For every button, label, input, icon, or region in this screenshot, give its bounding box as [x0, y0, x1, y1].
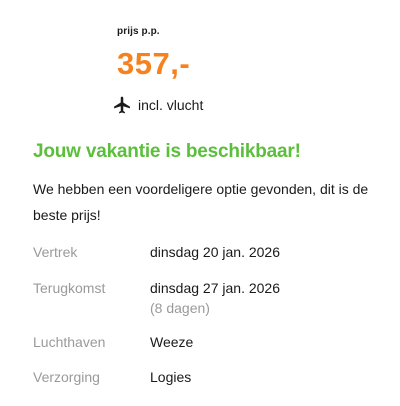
- airport-label: Luchthaven: [33, 334, 106, 350]
- departure-label: Vertrek: [33, 244, 78, 260]
- flight-label: incl. vlucht: [138, 97, 204, 113]
- availability-headline: Jouw vakantie is beschikbaar!: [33, 141, 301, 162]
- price-value: 357,-: [117, 46, 191, 81]
- airport-value: Weeze: [150, 334, 194, 350]
- availability-description: We hebben een voordeligere optie gevonde…: [33, 181, 369, 223]
- price-label: prijs p.p.: [117, 26, 160, 37]
- trip-duration: (8 dagen): [150, 300, 210, 316]
- return-value: dinsdag 27 jan. 2026: [150, 280, 280, 296]
- price-block: prijs p.p.: [117, 26, 160, 37]
- flight-included: incl. vlucht: [112, 95, 203, 115]
- airplane-icon: [112, 95, 132, 115]
- detail-row-return: Terugkomst dinsdag 27 jan. 2026 (8 dagen…: [33, 278, 378, 318]
- board-label: Verzorging: [33, 369, 100, 385]
- return-label: Terugkomst: [33, 280, 106, 296]
- departure-value: dinsdag 20 jan. 2026: [150, 244, 280, 260]
- detail-row-board: Verzorging Logies: [33, 367, 378, 387]
- detail-row-airport: Luchthaven Weeze: [33, 332, 378, 352]
- trip-details: Vertrek dinsdag 20 jan. 2026 Terugkomst …: [33, 242, 378, 387]
- board-value: Logies: [150, 369, 192, 385]
- return-value-group: dinsdag 27 jan. 2026 (8 dagen): [150, 278, 280, 318]
- detail-row-departure: Vertrek dinsdag 20 jan. 2026: [33, 242, 378, 262]
